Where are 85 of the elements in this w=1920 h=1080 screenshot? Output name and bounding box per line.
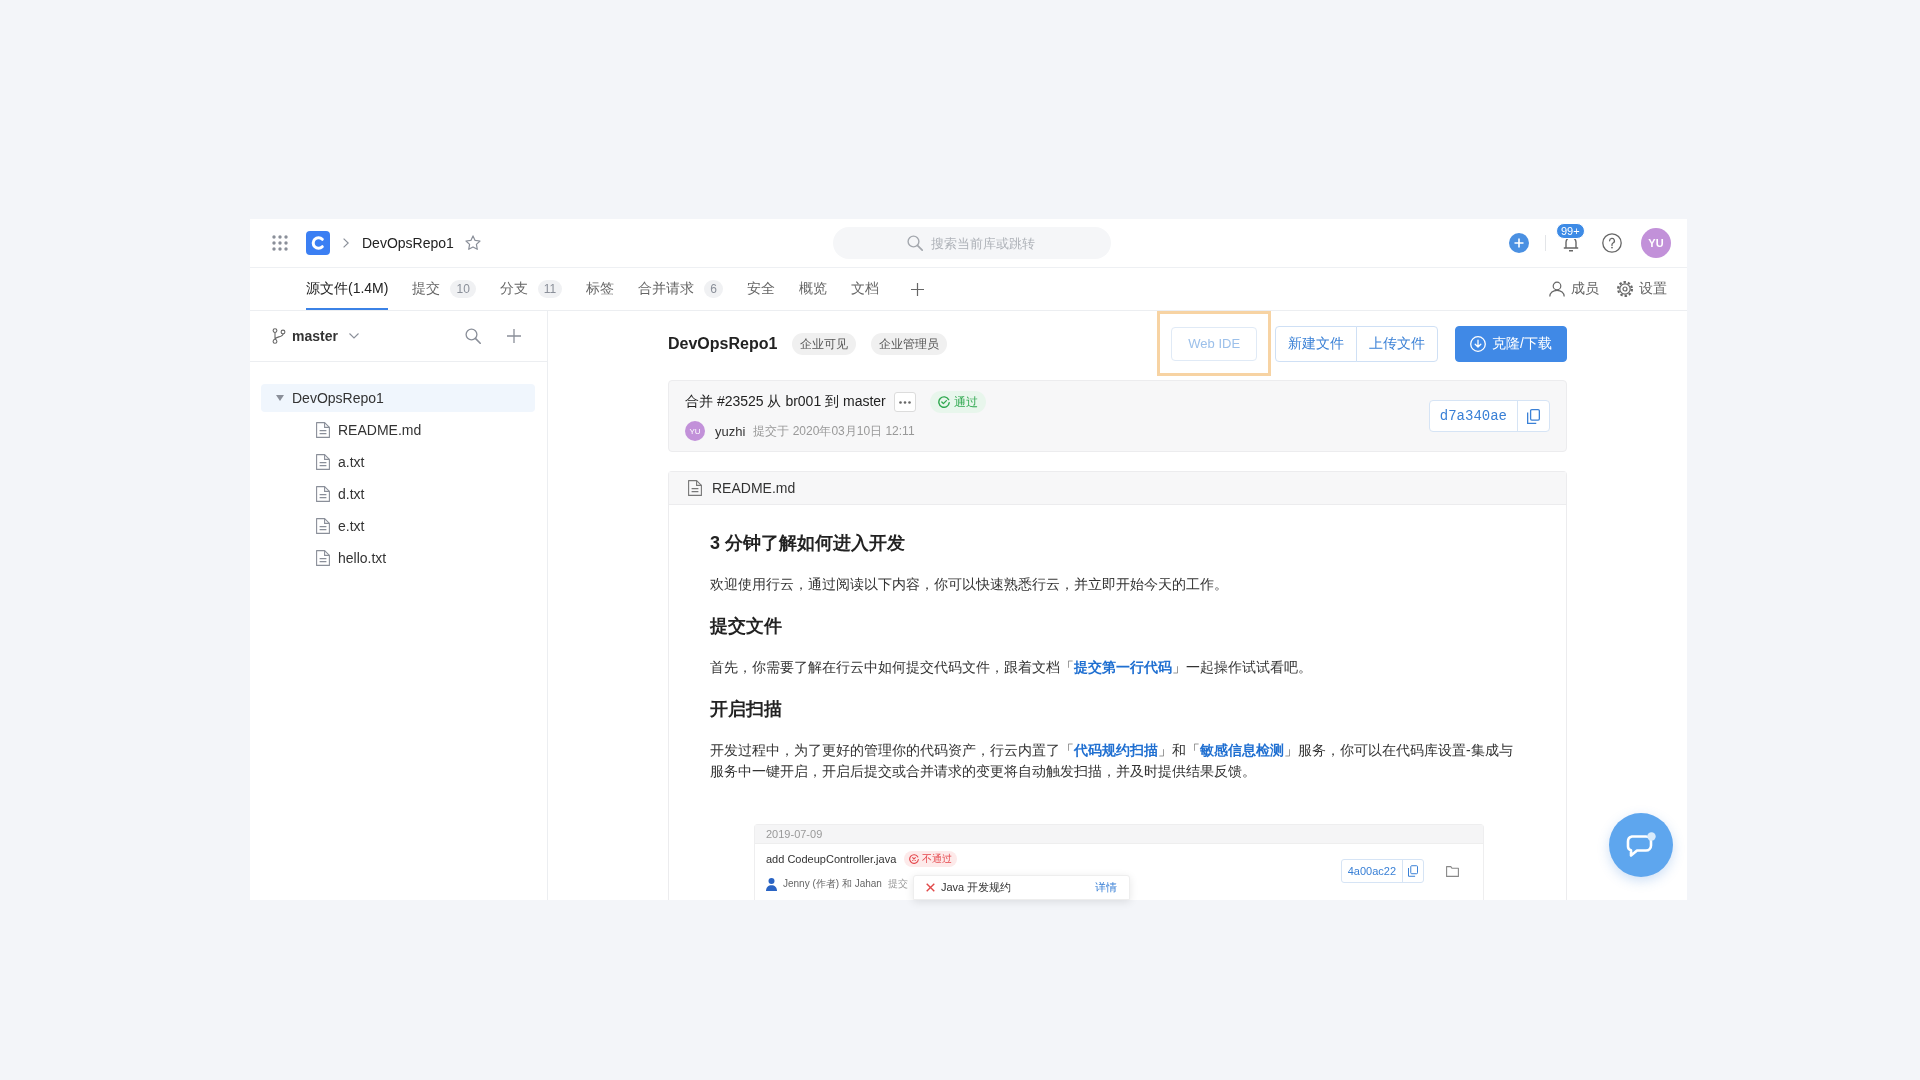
count-badge: 10 bbox=[450, 280, 476, 298]
cross-icon bbox=[926, 883, 935, 892]
search-icon[interactable] bbox=[465, 328, 481, 344]
help-icon[interactable] bbox=[1602, 233, 1622, 253]
plus-icon[interactable] bbox=[507, 329, 521, 343]
preview-action: 提交 bbox=[887, 877, 908, 891]
file-icon bbox=[316, 454, 330, 470]
readme-heading: 开启扫描 bbox=[710, 698, 783, 721]
author-avatar: YU bbox=[685, 421, 705, 441]
tab[interactable]: 合并请求 6 bbox=[638, 268, 723, 310]
more-button[interactable] bbox=[893, 392, 916, 412]
commit-time: 提交于 2020年03月10日 12:11 bbox=[753, 422, 915, 440]
copy-icon bbox=[1527, 408, 1540, 424]
chevron-right-icon bbox=[343, 238, 349, 248]
plus-circle-icon[interactable] bbox=[1509, 233, 1529, 253]
doc-link[interactable]: 提交第一行代码 bbox=[1074, 659, 1172, 675]
readme-paragraph: 欢迎使用行云，通过阅读以下内容，你可以快速熟悉行云，并立即开始今天的工作。 bbox=[710, 575, 1229, 594]
tab[interactable]: 概览 bbox=[798, 268, 827, 310]
readme-heading: 提交文件 bbox=[710, 615, 783, 638]
notification-badge: 99+ bbox=[1556, 223, 1585, 239]
file-icon bbox=[316, 550, 330, 566]
upload-file-button[interactable]: 上传文件 bbox=[1356, 325, 1439, 362]
star-icon[interactable] bbox=[464, 235, 481, 251]
tab[interactable]: 源文件(1.4M) bbox=[306, 268, 389, 310]
file-icon bbox=[688, 480, 702, 496]
download-icon bbox=[1470, 335, 1487, 352]
popup-rule: Java 开发规约 bbox=[941, 880, 1012, 895]
readme-paragraph: 首先，你需要了解在行云中如何提交代码文件，跟着文档「提交第一行代码」一起操作试试看吧。 bbox=[710, 658, 1313, 677]
chevron-down-icon bbox=[348, 333, 359, 339]
preview-status-badge: 不通过 bbox=[904, 851, 958, 867]
repo-breadcrumb[interactable]: DevOpsRepo1 bbox=[362, 235, 454, 251]
grid-icon[interactable] bbox=[272, 235, 288, 251]
tree-item[interactable]: a.txt bbox=[261, 448, 535, 476]
readme-paragraph: 开发过程中，为了更好的管理你的代码资产，行云内置了「代码规约扫描」和「敏感信息检测」服务，你可以在代码库设置-集成与服务中一键开启，开启后提交或合并请求的变更将自动触发扫描，并及时提供结果反馈。 bbox=[710, 741, 1514, 781]
preview-authors: Jenny (作者) 和 Jahan bbox=[783, 877, 882, 891]
visibility-tag: 企业管理员 bbox=[871, 332, 948, 355]
chat-bubble-icon bbox=[1626, 832, 1656, 858]
settings-link[interactable]: 设置 bbox=[1617, 268, 1667, 310]
preview-date: 2019-07-09 bbox=[755, 825, 1483, 844]
copy-icon bbox=[1408, 865, 1418, 877]
readme-filename: README.md bbox=[712, 480, 796, 496]
tree-item[interactable]: DevOpsRepo1 bbox=[261, 384, 535, 412]
tab[interactable]: 标签 bbox=[586, 268, 615, 310]
readme-heading: 3 分钟了解如何进入开发 bbox=[710, 532, 906, 555]
branch-selector[interactable]: master bbox=[272, 328, 359, 344]
repo-title: DevOpsRepo1 bbox=[668, 334, 778, 353]
commit-hash[interactable]: d7a340ae bbox=[1429, 401, 1518, 431]
tree-item[interactable]: hello.txt bbox=[261, 544, 535, 572]
folder-icon bbox=[1446, 865, 1459, 877]
tree-item[interactable]: d.txt bbox=[261, 480, 535, 508]
clone-download-button[interactable]: 克隆/下载 bbox=[1455, 325, 1567, 362]
tab[interactable]: 文档 bbox=[850, 268, 879, 310]
caret-icon[interactable] bbox=[276, 395, 284, 401]
person-icon bbox=[1549, 281, 1565, 297]
file-icon bbox=[316, 422, 330, 438]
members-link[interactable]: 成员 bbox=[1549, 268, 1599, 310]
preview-hash: 4a00ac22 bbox=[1341, 860, 1403, 882]
doc-link[interactable]: 敏感信息检测 bbox=[1200, 742, 1284, 758]
search-field[interactable]: 搜索当前库或跳转 bbox=[832, 227, 1111, 259]
more-icon bbox=[898, 400, 911, 404]
settings-icon bbox=[1617, 281, 1633, 297]
preview-status-icon bbox=[909, 854, 920, 864]
doc-link[interactable]: 代码规约扫描 bbox=[1074, 742, 1158, 758]
preview-commit-title: add CodeupController.java bbox=[766, 853, 897, 865]
status-badge: 通过 bbox=[929, 391, 986, 413]
details-link[interactable]: 详情 bbox=[1095, 880, 1117, 895]
count-badge: 6 bbox=[704, 280, 723, 298]
new-file-button[interactable]: 新建文件 bbox=[1275, 325, 1358, 362]
visibility-tag: 企业可见 bbox=[792, 332, 857, 355]
tab[interactable]: 提交 10 bbox=[412, 268, 476, 310]
commit-title[interactable]: 合并 #23525 从 br001 到 master bbox=[685, 393, 886, 411]
add-tab-icon[interactable] bbox=[910, 282, 924, 296]
count-badge: 11 bbox=[537, 280, 563, 298]
file-icon bbox=[316, 486, 330, 502]
file-icon bbox=[316, 518, 330, 534]
tree-item[interactable]: e.txt bbox=[261, 512, 535, 540]
search-icon bbox=[906, 235, 923, 251]
person-silhouette-icon bbox=[766, 877, 777, 891]
logo-icon[interactable] bbox=[306, 231, 330, 255]
branch-icon bbox=[272, 328, 286, 344]
tree-item[interactable]: README.md bbox=[261, 416, 535, 444]
tab[interactable]: 安全 bbox=[746, 268, 775, 310]
status-icon bbox=[937, 396, 950, 408]
commit-author[interactable]: yuzhi bbox=[715, 423, 746, 439]
tab[interactable]: 分支 11 bbox=[499, 268, 563, 310]
